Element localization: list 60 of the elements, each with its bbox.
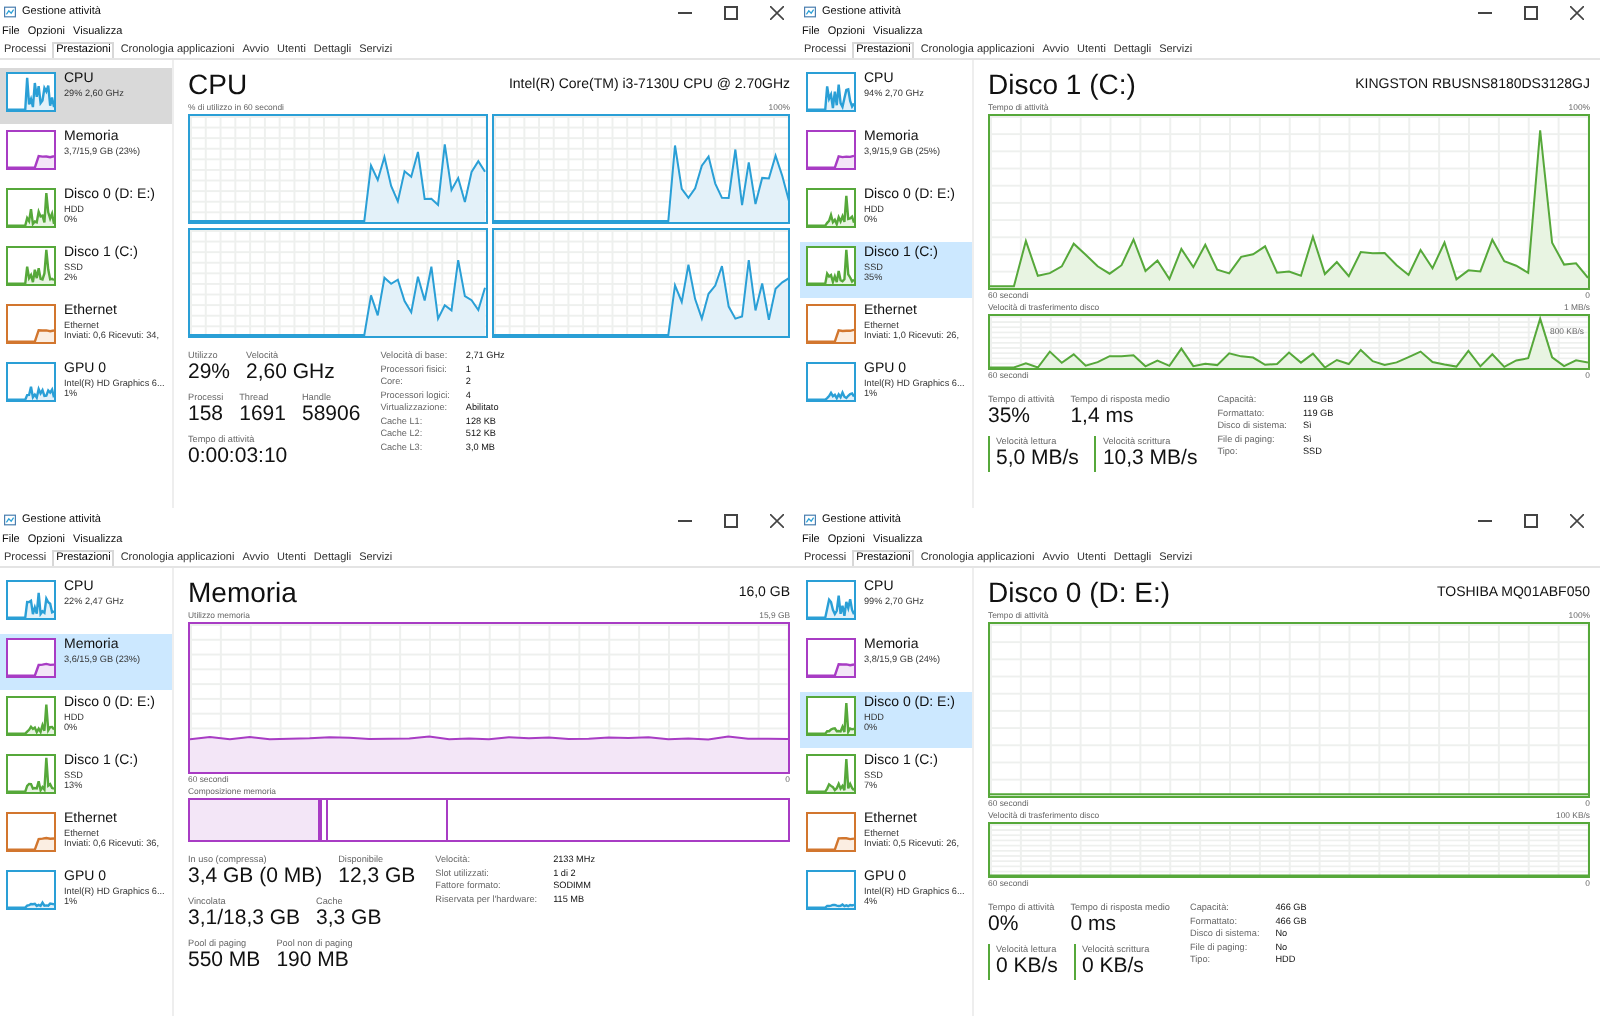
graph-thumbnail xyxy=(6,188,56,228)
graph-thumbnail xyxy=(806,812,856,852)
stat-value: 35% xyxy=(988,404,1033,430)
stat-value: 12,3 GB xyxy=(338,864,416,890)
page-heading: CPU xyxy=(188,68,248,100)
minimize-icon xyxy=(677,519,691,521)
graph-thumbnail xyxy=(6,362,56,402)
graph-thumbnail xyxy=(6,580,56,620)
stat-value: 1,4 ms xyxy=(1070,404,1136,430)
stat-value: 0:00:03:10 xyxy=(188,444,288,470)
graph-thumbnail xyxy=(806,188,856,228)
stat-value: 158 xyxy=(188,402,224,428)
stat-value: 0 KB/s xyxy=(996,954,1058,980)
close-icon xyxy=(769,513,783,527)
graph-thumbnail xyxy=(806,362,856,402)
close-icon xyxy=(769,5,783,19)
graph-thumbnail xyxy=(6,130,56,170)
stat-value: 2,60 GHz xyxy=(246,360,335,386)
stat-value: 58906 xyxy=(301,402,361,428)
graph-thumbnail xyxy=(806,870,856,910)
graph-thumbnail xyxy=(806,754,856,794)
maximize-icon xyxy=(1523,513,1537,527)
stat-value: 3,3 GB xyxy=(316,906,382,932)
graph-thumbnail xyxy=(6,246,56,286)
graph-thumbnail xyxy=(6,812,56,852)
graph-thumbnail xyxy=(806,130,856,170)
stat-value: 0% xyxy=(988,912,1021,938)
page-heading: Memoria xyxy=(188,576,297,608)
graph-thumbnail xyxy=(6,72,56,112)
stat-value: 190 MB xyxy=(276,948,351,974)
graph-thumbnail xyxy=(6,870,56,910)
stat-value: 5,0 MB/s xyxy=(996,446,1079,472)
graph-thumbnail xyxy=(6,638,56,678)
graph-thumbnail xyxy=(6,304,56,344)
graph-thumbnail xyxy=(6,696,56,736)
minimize-icon xyxy=(1477,11,1491,13)
stat-value: 0 KB/s xyxy=(1081,954,1146,980)
graph-thumbnail xyxy=(806,246,856,286)
graph-thumbnail xyxy=(806,580,856,620)
stat-value: 10,3 MB/s xyxy=(1102,446,1198,472)
stat-value: 550 MB xyxy=(188,948,261,974)
close-icon xyxy=(1569,513,1583,527)
minimize-icon xyxy=(1477,519,1491,521)
stat-value: 3,1/18,3 GB xyxy=(188,906,301,932)
stat-value: 0 ms xyxy=(1070,912,1118,938)
graph-thumbnail xyxy=(806,696,856,736)
stat-value: 3,4 GB (0 MB) xyxy=(188,864,323,890)
page-heading: Disco 0 (D: E:) xyxy=(988,576,1171,608)
maximize-icon xyxy=(723,5,737,19)
graph-thumbnail xyxy=(806,304,856,344)
maximize-icon xyxy=(1523,5,1537,19)
stat-value: 1691 xyxy=(239,402,286,428)
page-heading: Disco 1 (C:) xyxy=(988,68,1136,100)
maximize-icon xyxy=(723,513,737,527)
graph-thumbnail xyxy=(806,638,856,678)
graph-thumbnail xyxy=(6,754,56,794)
minimize-icon xyxy=(677,11,691,13)
close-icon xyxy=(1569,5,1583,19)
stat-value: 29% xyxy=(188,360,231,386)
graph-thumbnail xyxy=(806,72,856,112)
